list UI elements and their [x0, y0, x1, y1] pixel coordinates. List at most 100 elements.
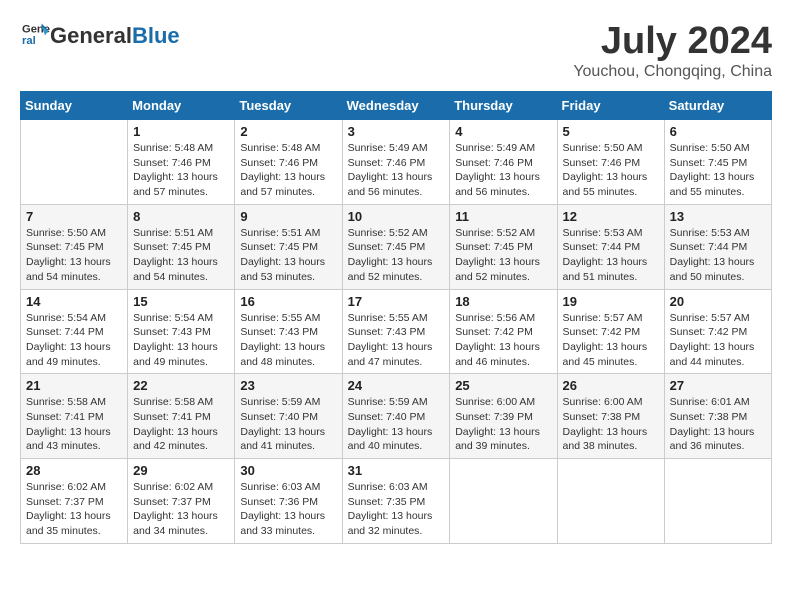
day-cell: 27 Sunrise: 6:01 AM Sunset: 7:38 PM Dayli… [664, 374, 771, 459]
day-cell: 18 Sunrise: 5:56 AM Sunset: 7:42 PM Dayli… [450, 289, 557, 374]
day-cell: 17Sunrise: 5:55 AM Sunset: 7:43 PM Dayli… [342, 289, 450, 374]
day-cell: 14 Sunrise: 5:54 AM Sunset: 7:44 PM Dayli… [21, 289, 128, 374]
day-number: 8 [133, 209, 229, 224]
weekday-header-monday: Monday [128, 92, 235, 120]
day-info: Sunrise: 5:59 AM Sunset: 7:40 PM Dayligh… [348, 395, 445, 454]
day-number: 7 [26, 209, 122, 224]
day-info: Sunrise: 5:50 AM Sunset: 7:45 PM Dayligh… [670, 141, 766, 200]
calendar-table: SundayMondayTuesdayWednesdayThursdayFrid… [20, 91, 772, 544]
weekday-header-sunday: Sunday [21, 92, 128, 120]
day-cell [557, 459, 664, 544]
week-row-3: 14 Sunrise: 5:54 AM Sunset: 7:44 PM Dayli… [21, 289, 772, 374]
week-row-4: 21 Sunrise: 5:58 AM Sunset: 7:41 PM Dayli… [21, 374, 772, 459]
day-number: 29 [133, 463, 229, 478]
day-number: 23 [240, 378, 336, 393]
day-info: Sunrise: 5:52 AM Sunset: 7:45 PM Dayligh… [348, 226, 445, 285]
logo-text: GeneralBlue [50, 24, 180, 48]
day-info: Sunrise: 5:49 AM Sunset: 7:46 PM Dayligh… [348, 141, 445, 200]
day-info: Sunrise: 6:00 AM Sunset: 7:39 PM Dayligh… [455, 395, 551, 454]
day-number: 22 [133, 378, 229, 393]
weekday-header-thursday: Thursday [450, 92, 557, 120]
day-number: 31 [348, 463, 445, 478]
weekday-header-row: SundayMondayTuesdayWednesdayThursdayFrid… [21, 92, 772, 120]
day-cell: 29 Sunrise: 6:02 AM Sunset: 7:37 PM Dayli… [128, 459, 235, 544]
day-number: 25 [455, 378, 551, 393]
day-info: Sunrise: 6:03 AM Sunset: 7:35 PM Dayligh… [348, 480, 445, 539]
day-info: Sunrise: 5:48 AM Sunset: 7:46 PM Dayligh… [240, 141, 336, 200]
day-cell: 10 Sunrise: 5:52 AM Sunset: 7:45 PM Dayli… [342, 204, 450, 289]
day-number: 3 [348, 124, 445, 139]
day-number: 21 [26, 378, 122, 393]
day-number: 17 [348, 294, 445, 309]
day-cell: 12 Sunrise: 5:53 AM Sunset: 7:44 PM Dayli… [557, 204, 664, 289]
day-cell: 7 Sunrise: 5:50 AM Sunset: 7:45 PM Daylig… [21, 204, 128, 289]
logo: Gene ral GeneralBlue [20, 20, 180, 53]
day-number: 18 [455, 294, 551, 309]
day-cell [664, 459, 771, 544]
day-number: 24 [348, 378, 445, 393]
day-cell: 3 Sunrise: 5:49 AM Sunset: 7:46 PM Daylig… [342, 120, 450, 205]
day-cell: 8 Sunrise: 5:51 AM Sunset: 7:45 PM Daylig… [128, 204, 235, 289]
logo-icon: Gene ral [22, 20, 50, 48]
day-info: Sunrise: 5:50 AM Sunset: 7:45 PM Dayligh… [26, 226, 122, 285]
svg-text:ral: ral [22, 35, 36, 47]
day-number: 12 [563, 209, 659, 224]
day-number: 5 [563, 124, 659, 139]
day-info: Sunrise: 5:59 AM Sunset: 7:40 PM Dayligh… [240, 395, 336, 454]
day-cell: 9Sunrise: 5:51 AM Sunset: 7:45 PM Daylig… [235, 204, 342, 289]
day-info: Sunrise: 5:51 AM Sunset: 7:45 PM Dayligh… [133, 226, 229, 285]
day-cell: 2 Sunrise: 5:48 AM Sunset: 7:46 PM Daylig… [235, 120, 342, 205]
day-cell: 21 Sunrise: 5:58 AM Sunset: 7:41 PM Dayli… [21, 374, 128, 459]
day-number: 1 [133, 124, 229, 139]
day-cell: 20 Sunrise: 5:57 AM Sunset: 7:42 PM Dayli… [664, 289, 771, 374]
weekday-header-tuesday: Tuesday [235, 92, 342, 120]
day-info: Sunrise: 6:02 AM Sunset: 7:37 PM Dayligh… [26, 480, 122, 539]
day-cell: 19 Sunrise: 5:57 AM Sunset: 7:42 PM Dayli… [557, 289, 664, 374]
day-cell: 15Sunrise: 5:54 AM Sunset: 7:43 PM Dayli… [128, 289, 235, 374]
day-number: 30 [240, 463, 336, 478]
day-number: 11 [455, 209, 551, 224]
day-number: 20 [670, 294, 766, 309]
week-row-1: 1 Sunrise: 5:48 AM Sunset: 7:46 PM Daylig… [21, 120, 772, 205]
day-number: 27 [670, 378, 766, 393]
day-number: 9 [240, 209, 336, 224]
day-number: 28 [26, 463, 122, 478]
day-info: Sunrise: 5:49 AM Sunset: 7:46 PM Dayligh… [455, 141, 551, 200]
day-info: Sunrise: 5:53 AM Sunset: 7:44 PM Dayligh… [563, 226, 659, 285]
day-info: Sunrise: 5:54 AM Sunset: 7:44 PM Dayligh… [26, 311, 122, 370]
day-number: 19 [563, 294, 659, 309]
week-row-5: 28 Sunrise: 6:02 AM Sunset: 7:37 PM Dayli… [21, 459, 772, 544]
day-number: 14 [26, 294, 122, 309]
day-number: 2 [240, 124, 336, 139]
week-row-2: 7 Sunrise: 5:50 AM Sunset: 7:45 PM Daylig… [21, 204, 772, 289]
day-cell: 26Sunrise: 6:00 AM Sunset: 7:38 PM Dayli… [557, 374, 664, 459]
day-info: Sunrise: 5:57 AM Sunset: 7:42 PM Dayligh… [670, 311, 766, 370]
day-cell [21, 120, 128, 205]
day-info: Sunrise: 5:58 AM Sunset: 7:41 PM Dayligh… [133, 395, 229, 454]
day-cell: 16 Sunrise: 5:55 AM Sunset: 7:43 PM Dayli… [235, 289, 342, 374]
day-cell: 22 Sunrise: 5:58 AM Sunset: 7:41 PM Dayli… [128, 374, 235, 459]
day-info: Sunrise: 5:48 AM Sunset: 7:46 PM Dayligh… [133, 141, 229, 200]
day-number: 10 [348, 209, 445, 224]
day-info: Sunrise: 6:02 AM Sunset: 7:37 PM Dayligh… [133, 480, 229, 539]
day-info: Sunrise: 5:52 AM Sunset: 7:45 PM Dayligh… [455, 226, 551, 285]
day-cell [450, 459, 557, 544]
day-info: Sunrise: 6:00 AM Sunset: 7:38 PM Dayligh… [563, 395, 659, 454]
day-info: Sunrise: 5:54 AM Sunset: 7:43 PM Dayligh… [133, 311, 229, 370]
day-cell: 23 Sunrise: 5:59 AM Sunset: 7:40 PM Dayli… [235, 374, 342, 459]
day-info: Sunrise: 6:01 AM Sunset: 7:38 PM Dayligh… [670, 395, 766, 454]
day-cell: 28 Sunrise: 6:02 AM Sunset: 7:37 PM Dayli… [21, 459, 128, 544]
page-header: Gene ral GeneralBlue July 2024 Youchou, … [20, 20, 772, 81]
day-info: Sunrise: 5:58 AM Sunset: 7:41 PM Dayligh… [26, 395, 122, 454]
day-info: Sunrise: 5:50 AM Sunset: 7:46 PM Dayligh… [563, 141, 659, 200]
day-cell: 25 Sunrise: 6:00 AM Sunset: 7:39 PM Dayli… [450, 374, 557, 459]
day-info: Sunrise: 5:56 AM Sunset: 7:42 PM Dayligh… [455, 311, 551, 370]
day-number: 16 [240, 294, 336, 309]
day-number: 6 [670, 124, 766, 139]
day-info: Sunrise: 5:55 AM Sunset: 7:43 PM Dayligh… [240, 311, 336, 370]
weekday-header-saturday: Saturday [664, 92, 771, 120]
day-cell: 11 Sunrise: 5:52 AM Sunset: 7:45 PM Dayli… [450, 204, 557, 289]
weekday-header-wednesday: Wednesday [342, 92, 450, 120]
day-info: Sunrise: 5:57 AM Sunset: 7:42 PM Dayligh… [563, 311, 659, 370]
day-cell: 24 Sunrise: 5:59 AM Sunset: 7:40 PM Dayli… [342, 374, 450, 459]
